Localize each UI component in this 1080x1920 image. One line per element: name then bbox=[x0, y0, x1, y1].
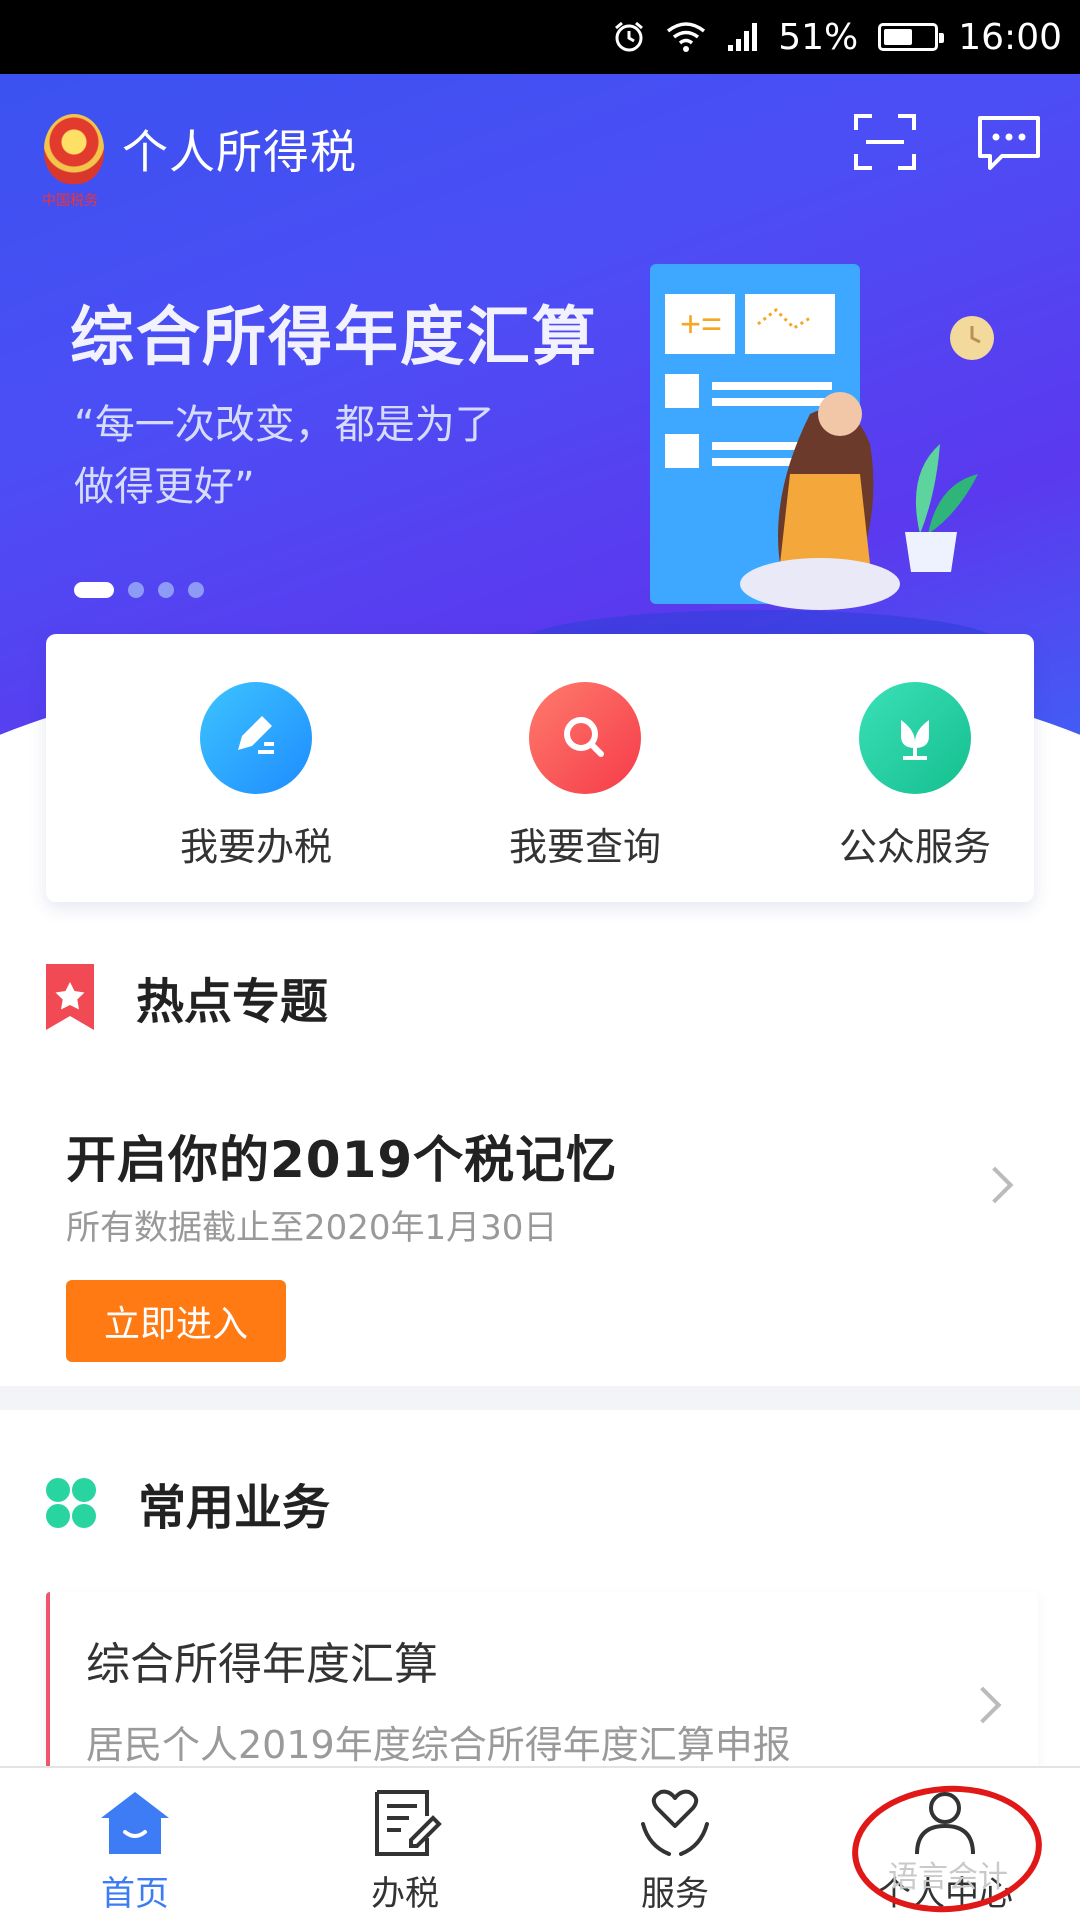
banner-quote: “每一次改变，都是为了做得更好” bbox=[74, 402, 495, 510]
hot-topic-title[interactable]: 开启你的2019个税记忆 bbox=[66, 1120, 617, 1192]
hot-topic-subtitle: 所有数据截止至2020年1月30日 bbox=[66, 1208, 558, 1248]
message-button[interactable] bbox=[976, 112, 1042, 172]
carousel-indicator[interactable] bbox=[74, 582, 204, 598]
scan-icon bbox=[854, 114, 916, 170]
document-edit-icon bbox=[375, 1790, 442, 1856]
wifi-icon bbox=[666, 21, 706, 53]
emblem-text: 中国税务 bbox=[42, 193, 98, 209]
heart-hands-icon bbox=[641, 1789, 709, 1856]
action-tax-handling[interactable]: 我要办税 bbox=[126, 682, 386, 871]
chevron-right-icon[interactable] bbox=[976, 1166, 1014, 1204]
search-icon bbox=[529, 682, 641, 794]
tab-label: 服务 bbox=[641, 1874, 709, 1914]
battery-percent: 51% bbox=[778, 16, 859, 58]
action-query[interactable]: 我要查询 bbox=[455, 682, 715, 871]
tab-label: 办税 bbox=[371, 1874, 439, 1914]
carousel-dot[interactable] bbox=[158, 582, 174, 598]
carousel-dot[interactable] bbox=[188, 582, 204, 598]
battery-icon bbox=[878, 23, 945, 51]
section-title: 热点专题 bbox=[136, 974, 329, 1030]
action-public-service[interactable]: 公众服务 bbox=[785, 682, 1045, 871]
app-title: 个人所得税 bbox=[122, 125, 357, 179]
business-item-subtitle: 居民个人2019年度综合所得年度汇算申报 bbox=[86, 1723, 791, 1767]
hot-topics-header: 热点专题 bbox=[44, 962, 328, 1032]
edit-icon bbox=[200, 682, 312, 794]
action-label: 我要查询 bbox=[508, 825, 661, 869]
section-divider bbox=[0, 1386, 1080, 1410]
clock: 16:00 bbox=[958, 16, 1062, 58]
tab-home[interactable]: 首页 bbox=[60, 1788, 210, 1915]
tab-label: 首页 bbox=[101, 1874, 169, 1914]
common-business-header: 常用业务 bbox=[44, 1468, 330, 1538]
tab-tax[interactable]: 办税 bbox=[330, 1788, 480, 1915]
carousel-dot[interactable] bbox=[128, 582, 144, 598]
business-item-title: 综合所得年度汇算 bbox=[86, 1639, 438, 1690]
alarm-icon bbox=[612, 20, 646, 54]
status-bar: 51% 16:00 bbox=[0, 0, 1080, 74]
scan-button[interactable] bbox=[852, 112, 918, 172]
home-icon bbox=[101, 1792, 169, 1854]
chat-bubble-icon bbox=[978, 116, 1040, 170]
enter-now-button[interactable]: 立即进入 bbox=[66, 1280, 286, 1362]
bookmark-star-icon bbox=[46, 964, 94, 1030]
action-label: 我要办税 bbox=[179, 825, 332, 869]
svg-text:+=: += bbox=[680, 303, 722, 344]
tulip-icon bbox=[859, 682, 971, 794]
tax-emblem-logo: 中国税务 bbox=[42, 114, 104, 209]
action-label: 公众服务 bbox=[838, 825, 991, 869]
quick-actions-card: 我要办税 我要查询 公众服务 bbox=[46, 634, 1034, 902]
app-title-row: 中国税务 个人所得税 bbox=[42, 114, 357, 209]
tab-service[interactable]: 服务 bbox=[600, 1788, 750, 1915]
section-title: 常用业务 bbox=[138, 1480, 331, 1536]
signal-icon bbox=[726, 21, 758, 53]
clover-icon bbox=[46, 1478, 96, 1528]
chevron-right-icon bbox=[964, 1686, 1002, 1724]
watermark: 语言会计 bbox=[888, 1860, 1008, 1895]
carousel-dot[interactable] bbox=[74, 582, 114, 598]
